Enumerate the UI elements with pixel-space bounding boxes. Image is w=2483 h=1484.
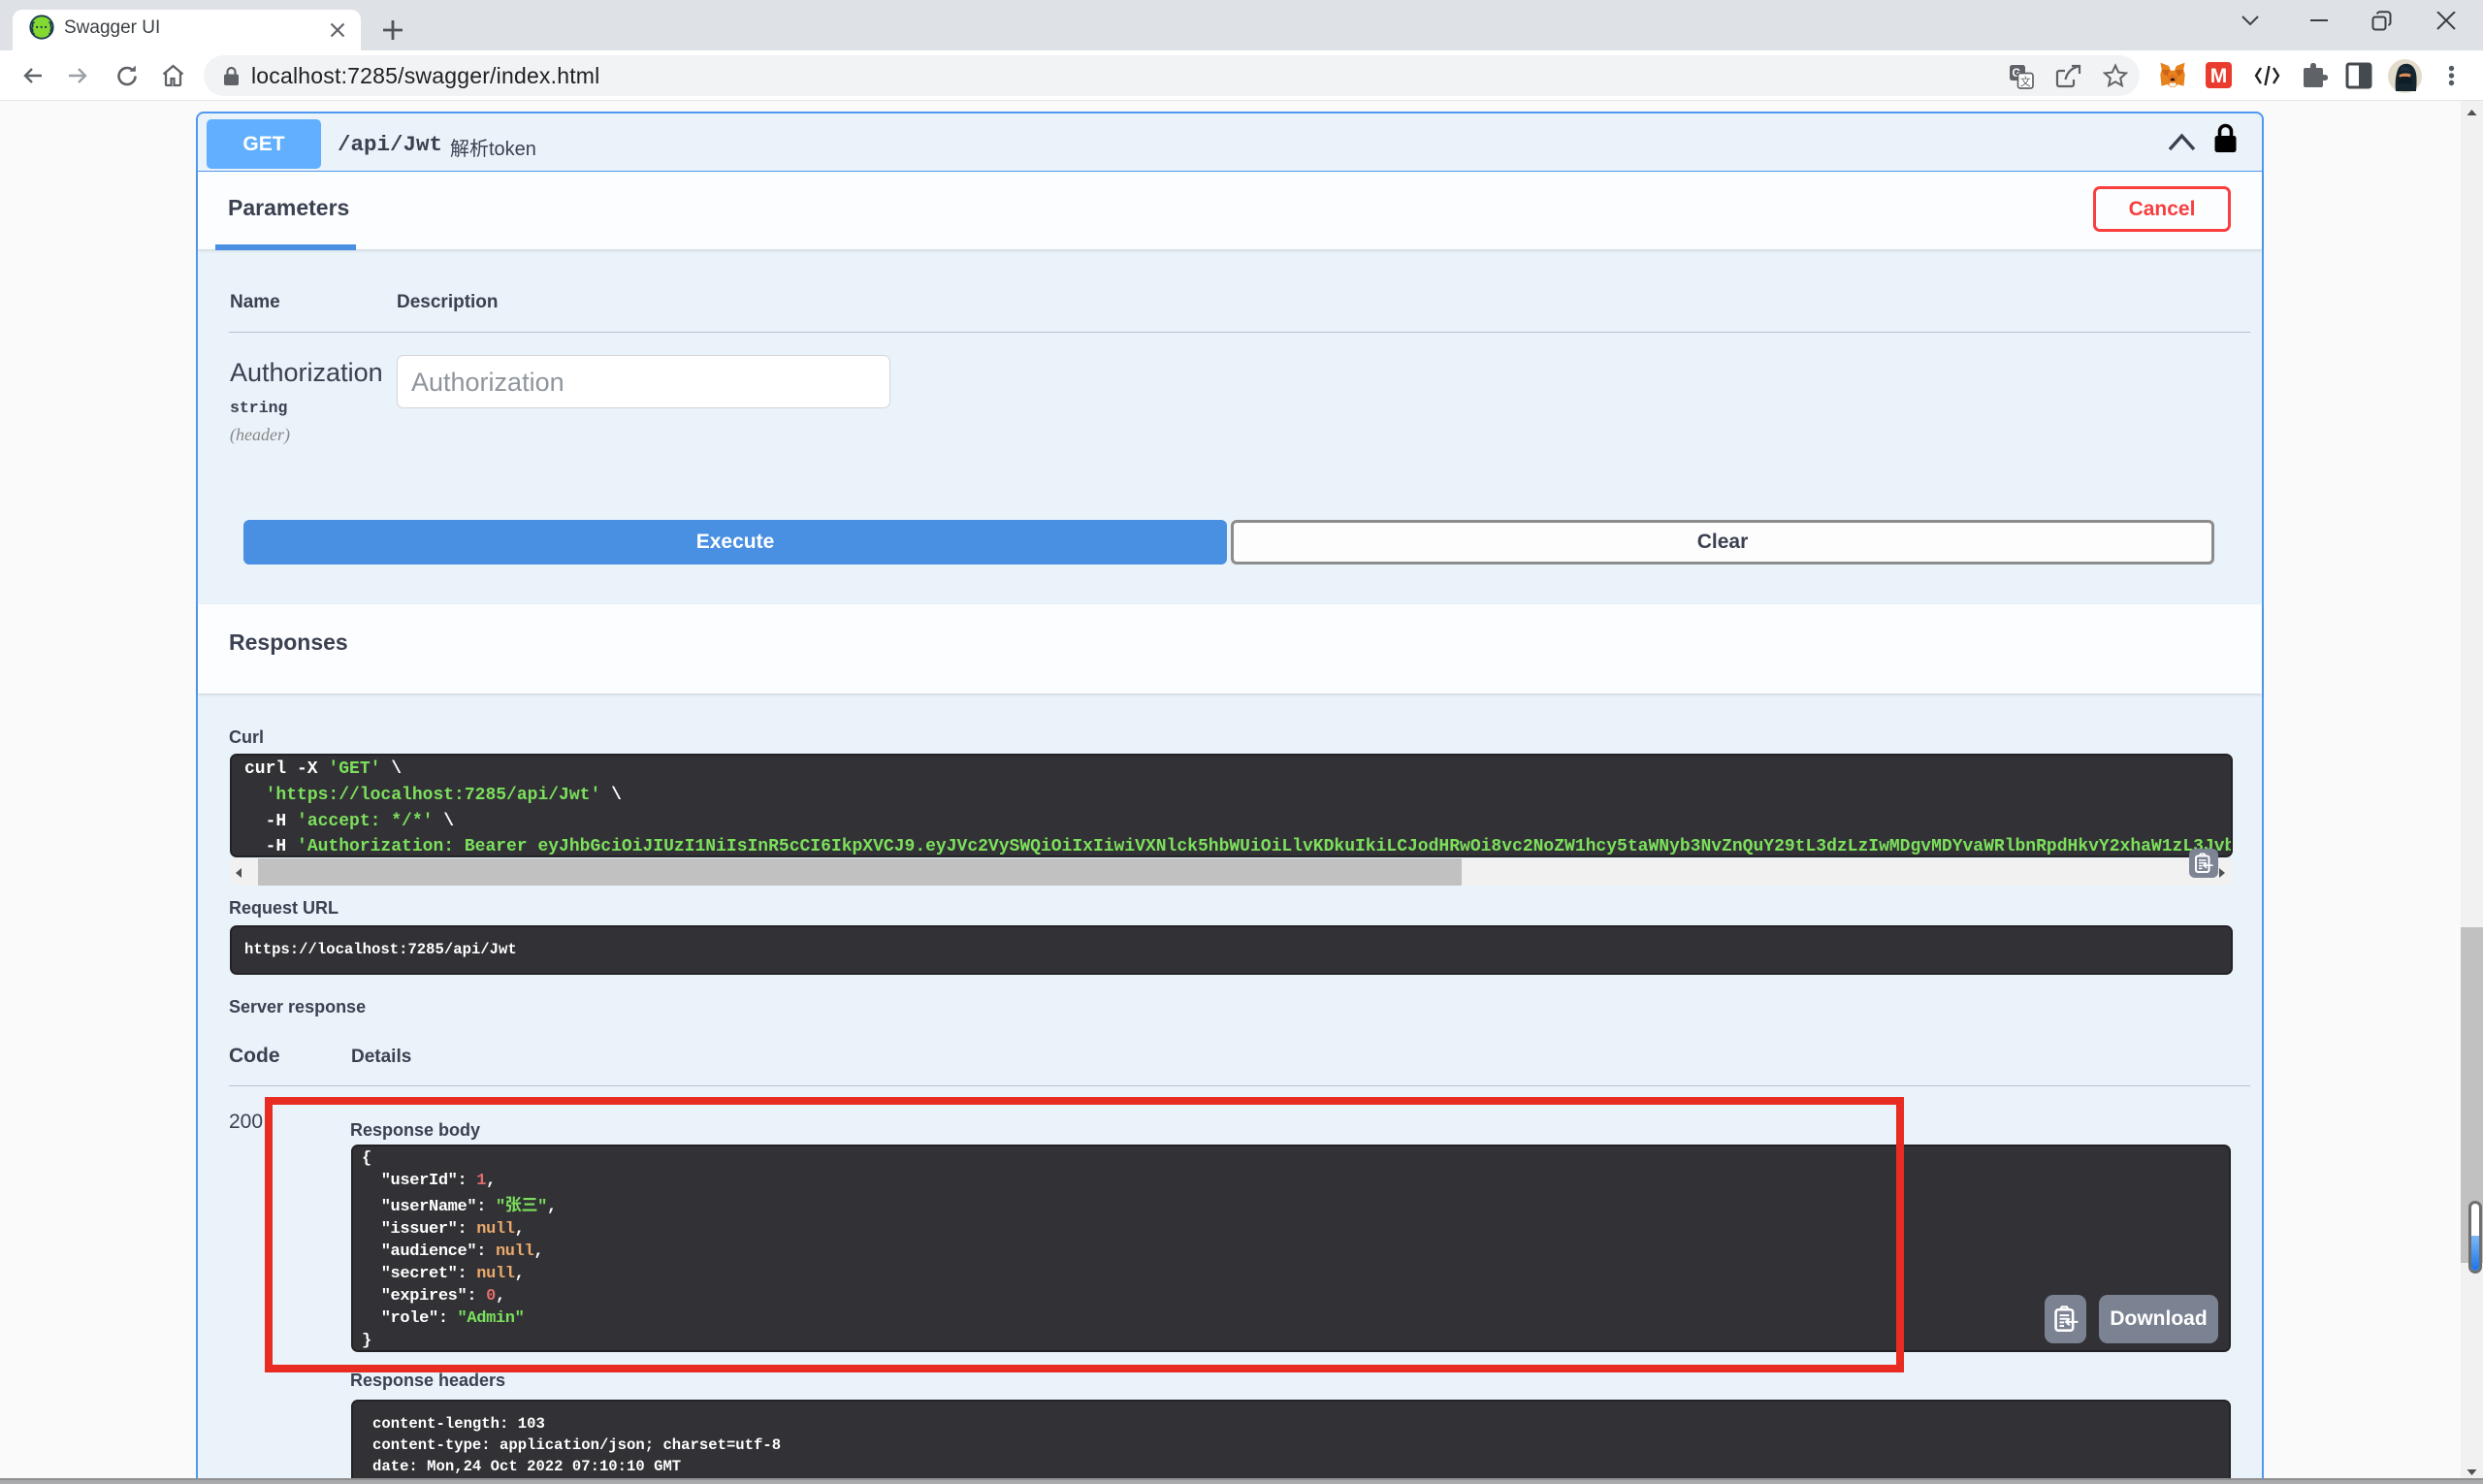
svg-text:{···}: {···} — [30, 20, 54, 35]
svg-text:文: 文 — [2020, 74, 2031, 89]
